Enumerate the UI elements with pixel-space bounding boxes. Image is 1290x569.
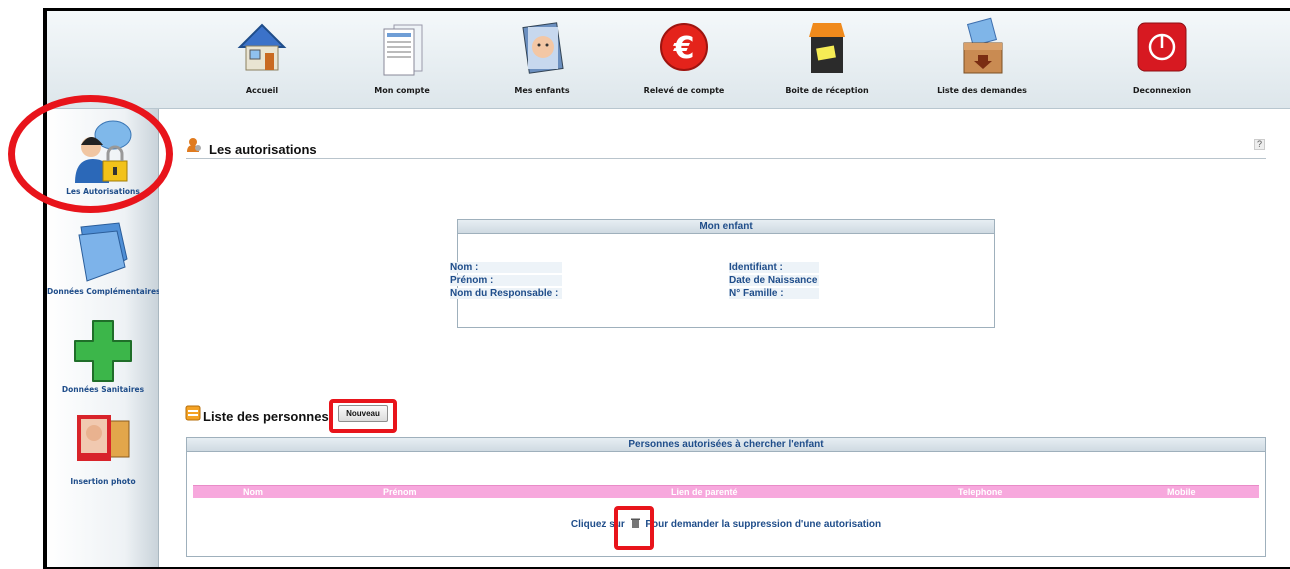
power-icon: [1136, 17, 1188, 77]
box-icon: [956, 17, 1008, 77]
top-navigation: Accueil Mon compte Mes enfants € Relevé …: [47, 11, 1290, 109]
svg-text:€: €: [673, 31, 695, 66]
help-icon[interactable]: ?: [1254, 139, 1265, 150]
title-divider: [186, 158, 1266, 159]
label-numero-famille: N° Famille :: [729, 288, 819, 299]
col-prenom: Prénom: [383, 487, 417, 497]
col-telephone: Telephone: [958, 487, 1003, 497]
nav-liste-des-demandes[interactable]: Liste des demandes: [927, 17, 1037, 95]
child-panel-header: Mon enfant: [458, 220, 994, 234]
page-title: Les autorisations: [209, 142, 317, 157]
label-prenom: Prénom :: [450, 275, 562, 286]
sidebar-item-donnees-sanitaires[interactable]: Données Sanitaires: [47, 317, 159, 394]
sidebar-item-insertion-photo[interactable]: Insertion photo: [47, 409, 159, 486]
persons-panel-header: Personnes autorisées à chercher l'enfant: [187, 438, 1265, 452]
user-icon: [186, 137, 202, 153]
child-photo-icon: [516, 17, 568, 77]
col-mobile: Mobile: [1167, 487, 1196, 497]
delete-hint-after: Pour demander la suppression d'une autor…: [645, 519, 882, 530]
inbox-icon: [801, 17, 853, 77]
house-icon: [236, 17, 288, 77]
nav-deconnexion[interactable]: Deconnexion: [1107, 17, 1217, 95]
photo-icon: [73, 409, 133, 475]
highlight-nouveau: [329, 399, 397, 433]
persons-title: Liste des personnes: [203, 409, 329, 424]
col-lien-parente: Lien de parenté: [671, 487, 738, 497]
app-window: Accueil Mon compte Mes enfants € Relevé …: [47, 11, 1290, 567]
persons-table-header: Nom Prénom Lien de parenté Telephone Mob…: [193, 485, 1259, 498]
nav-accueil[interactable]: Accueil: [207, 17, 317, 95]
label-nom-responsable: Nom du Responsable :: [450, 288, 562, 299]
delete-hint: Cliquez sur Pour demander la suppression…: [187, 518, 1265, 530]
main-content: Les autorisations ? Mon enfant Nom : Pré…: [159, 109, 1290, 567]
nav-mon-compte[interactable]: Mon compte: [347, 17, 457, 95]
child-panel: Mon enfant Nom : Prénom : Nom du Respons…: [450, 219, 995, 328]
nav-releve-de-compte[interactable]: € Relevé de compte: [629, 17, 739, 95]
persons-panel: Personnes autorisées à chercher l'enfant…: [186, 437, 1266, 557]
nav-mes-enfants[interactable]: Mes enfants: [487, 17, 597, 95]
label-date-naissance: Date de Naissance :: [729, 275, 819, 297]
highlight-autorisations: [8, 95, 173, 213]
documents-icon: [376, 17, 428, 77]
green-cross-icon: [73, 317, 133, 383]
sidebar-item-donnees-complementaires[interactable]: Données Complémentaires: [47, 219, 161, 296]
highlight-trash: [614, 506, 654, 550]
col-nom: Nom: [243, 487, 263, 497]
label-identifiant: Identifiant :: [729, 262, 819, 273]
label-nom: Nom :: [450, 262, 562, 273]
folder-icon: [73, 219, 133, 285]
euro-icon: €: [658, 17, 710, 77]
list-icon: [185, 405, 201, 421]
nav-boite-de-reception[interactable]: Boite de réception: [772, 17, 882, 95]
